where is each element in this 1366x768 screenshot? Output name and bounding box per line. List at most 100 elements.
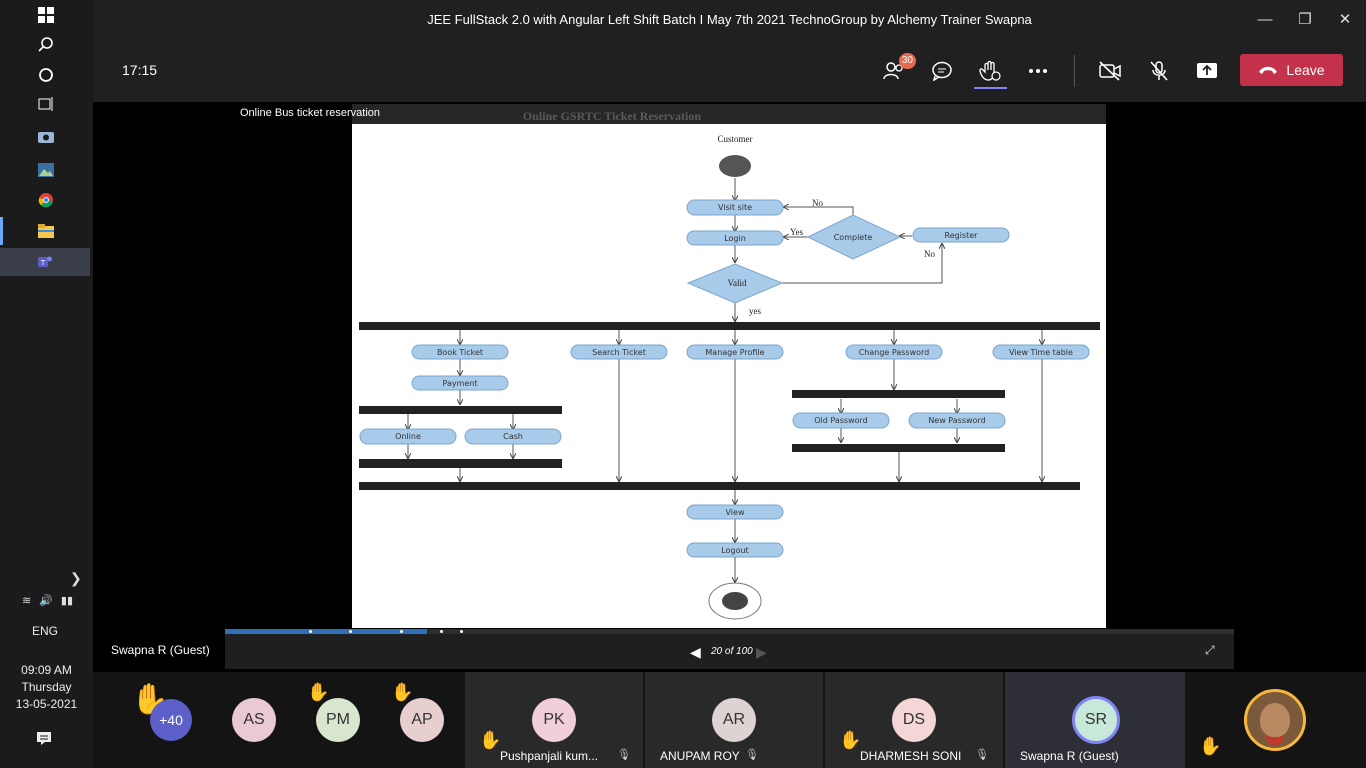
node-online: Online bbox=[359, 428, 457, 445]
self-video-avatar[interactable] bbox=[1244, 689, 1306, 751]
hang-up-icon bbox=[1259, 66, 1278, 74]
raised-hand-icon: ✋ bbox=[391, 682, 414, 702]
fork-bar-main bbox=[359, 322, 1100, 330]
next-slide-button[interactable]: ▶ bbox=[756, 644, 767, 661]
network-icon[interactable]: ≋ bbox=[22, 594, 31, 607]
more-actions-button[interactable] bbox=[1022, 56, 1054, 86]
raised-hand-icon: ✋ bbox=[307, 682, 330, 702]
leave-button[interactable]: Leave bbox=[1240, 54, 1343, 86]
file-explorer-icon[interactable] bbox=[30, 217, 62, 245]
join-bar-payment bbox=[359, 459, 562, 468]
clock-day: Thursday bbox=[21, 680, 72, 694]
progress-marker bbox=[349, 630, 352, 633]
shared-content-stage: Online GSRTC Ticket Reservation Online B… bbox=[97, 102, 1363, 669]
node-book-ticket-label: Book Ticket bbox=[437, 348, 483, 357]
participant-name: Pushpanjali kum... bbox=[500, 749, 599, 763]
progress-marker bbox=[309, 630, 312, 633]
windows-start-icon[interactable] bbox=[30, 1, 62, 29]
progress-marker bbox=[440, 630, 443, 633]
end-node bbox=[708, 582, 762, 620]
participant-avatar[interactable]: AP bbox=[400, 698, 444, 742]
task-view-icon[interactable] bbox=[30, 90, 62, 118]
chat-icon bbox=[932, 61, 952, 81]
self-photo bbox=[1260, 703, 1290, 737]
meeting-timer: 17:15 bbox=[122, 62, 158, 78]
mic-off-icon: 🎙 bbox=[617, 749, 631, 761]
mic-off-icon: 🎙 bbox=[745, 749, 759, 761]
node-logout-label: Logout bbox=[721, 546, 748, 555]
fork-bar-payment bbox=[359, 406, 562, 414]
minimize-button[interactable]: — bbox=[1250, 8, 1280, 32]
activity-diagram: Customer Visit site Login Complete Regis… bbox=[359, 134, 1100, 620]
restore-button[interactable]: ❐ bbox=[1290, 8, 1320, 32]
participant-avatar: AR bbox=[712, 698, 756, 742]
cortana-icon[interactable] bbox=[30, 61, 62, 89]
close-window-button[interactable]: ✕ bbox=[1330, 8, 1360, 32]
camera-app-icon[interactable] bbox=[30, 123, 62, 151]
node-view: View bbox=[686, 504, 784, 520]
participant-avatar[interactable]: PM bbox=[316, 698, 360, 742]
raised-hand-icon: ✋ bbox=[479, 730, 502, 750]
battery-icon[interactable]: ▮▮ bbox=[61, 594, 73, 607]
node-view-label: View bbox=[726, 508, 745, 517]
raised-hand-icon: ✋ bbox=[839, 730, 862, 750]
node-manage-profile-label: Manage Profile bbox=[705, 348, 764, 357]
participants-button[interactable]: 30 bbox=[878, 53, 916, 86]
join-bar-password bbox=[792, 444, 1005, 452]
participant-tile[interactable]: PK ✋ Pushpanjali kum... 🎙 bbox=[465, 672, 643, 768]
decision-complete-label: Complete bbox=[834, 233, 873, 242]
camera-toggle-button[interactable] bbox=[1094, 56, 1126, 86]
chevron-right-icon[interactable]: ❯ bbox=[70, 570, 82, 587]
progress-marker bbox=[460, 630, 463, 633]
svg-text:T: T bbox=[40, 259, 46, 267]
chat-button[interactable] bbox=[926, 56, 958, 86]
windows-taskbar: T ❯ ≋ 🔊 ▮▮ ENG 09:09 AM Thursday 13-05-2… bbox=[0, 0, 93, 768]
leave-label: Leave bbox=[1286, 62, 1325, 78]
guard-no-2: No bbox=[924, 249, 935, 259]
node-view-timetable-label: View Time table bbox=[1009, 348, 1073, 357]
photos-app-icon[interactable] bbox=[30, 156, 62, 184]
notification-center-icon[interactable] bbox=[36, 730, 52, 749]
start-node bbox=[719, 155, 751, 177]
reactions-button[interactable] bbox=[974, 56, 1006, 86]
search-icon[interactable] bbox=[30, 31, 62, 59]
participant-name: DHARMESH SONI bbox=[860, 749, 962, 763]
mic-toggle-button[interactable] bbox=[1143, 56, 1175, 86]
exit-fullscreen-icon[interactable]: ⤢ bbox=[1205, 643, 1215, 658]
node-old-password-label: Old Password bbox=[814, 416, 868, 425]
raise-hand-icon bbox=[979, 60, 1001, 81]
swimlane-label: Customer bbox=[718, 134, 753, 144]
raised-hand-icon: ✋ bbox=[1199, 736, 1222, 756]
node-login: Login bbox=[686, 230, 784, 246]
taskbar-clock[interactable]: 09:09 AM Thursday 13-05-2021 bbox=[0, 662, 93, 713]
slide-pager: ◀ 20 of 100 ▶ ⤢ bbox=[225, 634, 1234, 669]
node-change-password: Change Password bbox=[845, 344, 943, 360]
node-search-ticket: Search Ticket bbox=[570, 344, 668, 360]
node-view-timetable: View Time table bbox=[992, 344, 1090, 360]
share-tray-button[interactable] bbox=[1191, 56, 1223, 86]
node-old-password: Old Password bbox=[792, 412, 890, 429]
teams-taskbar-item[interactable]: T bbox=[0, 248, 90, 276]
meeting-toolbar: 17:15 30 Leave bbox=[93, 40, 1366, 102]
participant-tile[interactable]: AR ANUPAM ROY 🎙 bbox=[645, 672, 823, 768]
clock-time: 09:09 AM bbox=[21, 663, 72, 677]
toolbar-separator bbox=[1074, 55, 1075, 87]
node-visit-site: Visit site bbox=[686, 199, 784, 216]
participant-avatar[interactable]: AS bbox=[232, 698, 276, 742]
shared-file-name: Online Bus ticket reservation bbox=[240, 107, 381, 119]
node-cash-label: Cash bbox=[503, 432, 523, 441]
participant-name: Swapna R (Guest) bbox=[1020, 749, 1119, 763]
more-participants-button[interactable]: +40 bbox=[150, 699, 192, 741]
participant-avatar: PK bbox=[532, 698, 576, 742]
input-language[interactable]: ENG bbox=[0, 624, 90, 638]
node-logout: Logout bbox=[686, 542, 784, 558]
decision-valid-label: Valid bbox=[728, 278, 747, 288]
chrome-icon[interactable] bbox=[30, 186, 62, 214]
previous-slide-button[interactable]: ◀ bbox=[690, 644, 701, 661]
node-visit-site-label: Visit site bbox=[718, 203, 752, 212]
node-login-label: Login bbox=[724, 234, 746, 243]
volume-icon[interactable]: 🔊 bbox=[39, 594, 53, 607]
participant-tile[interactable]: DS ✋ DHARMESH SONI 🎙 bbox=[825, 672, 1003, 768]
more-icon bbox=[1029, 69, 1047, 73]
participant-tile-speaking[interactable]: SR Swapna R (Guest) bbox=[1005, 672, 1185, 768]
